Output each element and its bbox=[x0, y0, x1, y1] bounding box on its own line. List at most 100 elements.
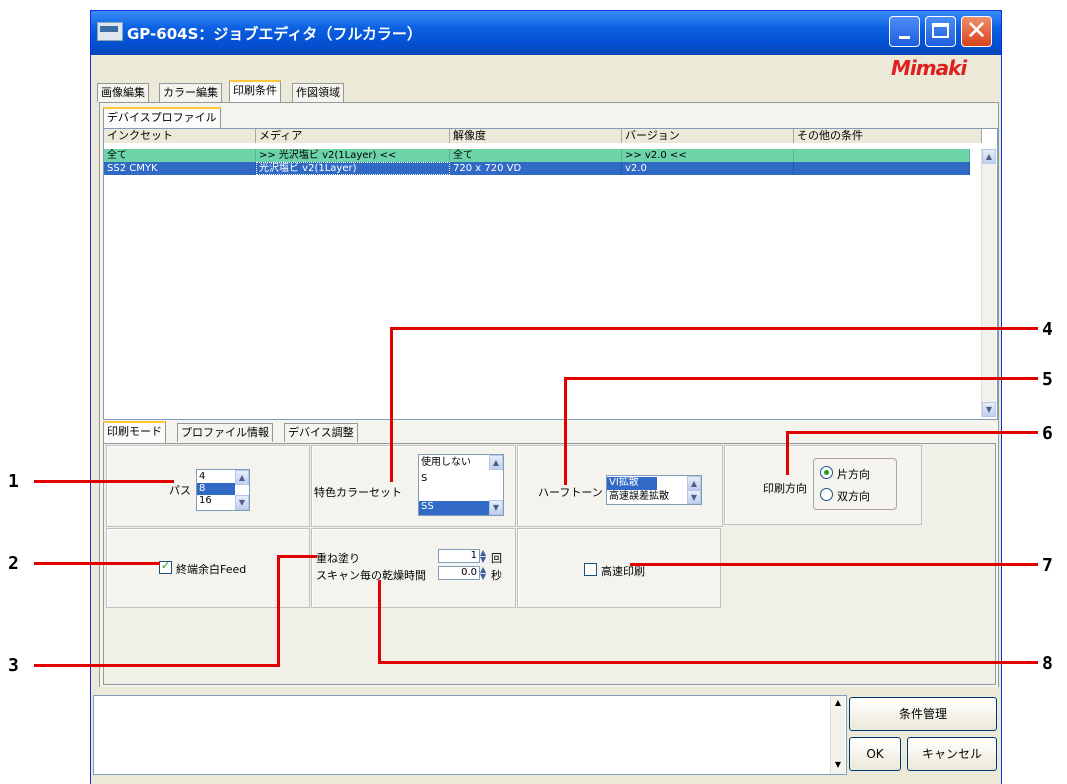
table-row[interactable]: 全て >> 光沢塩ビ v2(1Layer) << 全て >> v2.0 << bbox=[104, 149, 970, 162]
halftone-label: ハーフトーン bbox=[538, 486, 603, 499]
overprint-label: 重ね塗り bbox=[316, 552, 360, 565]
message-box: ▲ ▼ bbox=[93, 695, 847, 775]
list-item[interactable]: 高速誤差拡散 bbox=[607, 491, 687, 504]
pass-label: パス bbox=[169, 484, 191, 497]
scroll-down-icon[interactable]: ▼ bbox=[831, 758, 845, 773]
callout-6-line-v bbox=[786, 431, 789, 475]
column-header-inkset[interactable]: インクセット bbox=[104, 129, 256, 143]
cancel-button[interactable]: キャンセル bbox=[907, 737, 997, 771]
callout-7: 7 bbox=[1042, 555, 1053, 576]
radio-one-way-label[interactable]: 片方向 bbox=[837, 466, 870, 482]
tab-print-conditions[interactable]: 印刷条件 bbox=[229, 80, 281, 103]
tab-device-profile[interactable]: デバイスプロファイル bbox=[103, 107, 221, 130]
callout-2: 2 bbox=[8, 553, 19, 574]
scroll-up-icon[interactable]: ▲ bbox=[982, 149, 996, 164]
overprint-stepper[interactable]: 1 bbox=[438, 549, 480, 563]
pass-group: パス 4 8 16 ▲ ▼ bbox=[106, 445, 310, 527]
scroll-up-icon[interactable]: ▲ bbox=[489, 455, 503, 470]
callout-8: 8 bbox=[1042, 653, 1053, 674]
scroll-up-icon[interactable]: ▲ bbox=[831, 696, 845, 711]
bottom-area: ▲ ▼ 条件管理 OK キャンセル bbox=[91, 687, 1001, 784]
callout-3: 3 bbox=[8, 655, 19, 676]
column-header-resolution[interactable]: 解像度 bbox=[450, 129, 622, 143]
print-direction-label: 印刷方向 bbox=[763, 482, 807, 495]
special-color-label: 特色カラーセット bbox=[314, 486, 402, 499]
overprint-group: 重ね塗り 1 ▲ ▼ 回 スキャン毎の乾燥時間 0.0 ▲ ▼ 秒 bbox=[311, 528, 516, 608]
tab-print-mode[interactable]: 印刷モード bbox=[103, 421, 166, 444]
title-bar[interactable]: GP-604S：ジョブエディタ（フルカラー） ✕ bbox=[91, 11, 1001, 55]
overprint-unit: 回 bbox=[491, 552, 502, 565]
end-margin-feed-checkbox[interactable] bbox=[159, 559, 172, 574]
pass-listbox[interactable]: 4 8 16 ▲ ▼ bbox=[196, 469, 250, 511]
end-margin-feed-label[interactable]: 終端余白Feed bbox=[176, 561, 246, 577]
callout-7-line bbox=[630, 563, 1038, 566]
minimize-button[interactable] bbox=[889, 16, 920, 47]
scroll-up-icon[interactable]: ▲ bbox=[687, 476, 701, 490]
scroll-down-icon[interactable]: ▼ bbox=[982, 402, 996, 417]
tab-image-edit[interactable]: 画像編集 bbox=[97, 83, 149, 102]
tab-device-adjust[interactable]: デバイス調整 bbox=[284, 423, 358, 442]
job-editor-window: GP-604S：ジョブエディタ（フルカラー） ✕ Mimaki 画像編集 カラー… bbox=[90, 10, 1002, 784]
table-cell: 全て bbox=[104, 149, 256, 162]
dry-time-stepper[interactable]: 0.0 bbox=[438, 566, 480, 580]
special-color-group: 特色カラーセット 使用しない S SS ▲ ▼ bbox=[311, 445, 516, 527]
list-item[interactable]: 4 bbox=[197, 471, 235, 483]
column-header-other[interactable]: その他の条件 bbox=[794, 129, 982, 143]
callout-6: 6 bbox=[1042, 423, 1053, 444]
scroll-up-icon[interactable]: ▲ bbox=[235, 470, 249, 485]
radio-bidirectional-label[interactable]: 双方向 bbox=[837, 488, 870, 504]
list-item[interactable]: 16 bbox=[197, 495, 235, 507]
minimize-icon bbox=[899, 36, 910, 39]
column-header-media[interactable]: メディア bbox=[256, 129, 450, 143]
callout-8-line-h bbox=[378, 661, 1038, 664]
list-item[interactable]: 8 bbox=[197, 483, 235, 495]
scroll-down-icon[interactable]: ▼ bbox=[235, 495, 249, 510]
ok-button[interactable]: OK bbox=[849, 737, 901, 771]
callout-4-line-v bbox=[390, 327, 393, 482]
table-row[interactable]: SS2 CMYK 光沢塩ビ v2(1Layer) 720 x 720 VD v2… bbox=[104, 162, 970, 175]
callout-5: 5 bbox=[1042, 369, 1053, 390]
condition-management-button[interactable]: 条件管理 bbox=[849, 697, 997, 731]
window-title: GP-604S：ジョブエディタ（フルカラー） bbox=[127, 25, 422, 43]
maximize-icon bbox=[932, 23, 949, 38]
dry-time-label: スキャン毎の乾燥時間 bbox=[316, 569, 426, 582]
list-item[interactable]: VI拡散 bbox=[607, 477, 657, 490]
callout-6-line-h bbox=[786, 431, 1038, 434]
tab-color-edit[interactable]: カラー編集 bbox=[159, 83, 222, 102]
table-cell bbox=[794, 162, 970, 175]
overprint-spin-icon[interactable]: ▲ ▼ bbox=[480, 549, 489, 564]
table-cell: 720 x 720 VD bbox=[450, 162, 622, 175]
column-header-version[interactable]: バージョン bbox=[622, 129, 794, 143]
table-cell: SS2 CMYK bbox=[104, 162, 256, 175]
callout-2-line bbox=[34, 562, 160, 565]
tab-profile-info[interactable]: プロファイル情報 bbox=[177, 423, 273, 442]
list-item[interactable]: 使用しない bbox=[419, 457, 489, 471]
radio-bidirectional[interactable] bbox=[820, 488, 833, 501]
close-icon: ✕ bbox=[965, 16, 988, 46]
app-icon bbox=[97, 22, 123, 41]
halftone-listbox[interactable]: VI拡散 高速誤差拡散 ▲ ▼ bbox=[606, 475, 702, 505]
table-cell: 全て bbox=[450, 149, 622, 162]
table-cell: v2.0 bbox=[622, 162, 794, 175]
tab-drawing-area[interactable]: 作図領域 bbox=[292, 83, 344, 102]
table-cell: >> 光沢塩ビ v2(1Layer) << bbox=[256, 149, 450, 162]
callout-5-line-h bbox=[564, 377, 1038, 380]
callout-8-line-v bbox=[378, 580, 381, 664]
maximize-button[interactable] bbox=[925, 16, 956, 47]
halftone-group: ハーフトーン VI拡散 高速誤差拡散 ▲ ▼ bbox=[517, 445, 723, 527]
message-scrollbar[interactable]: ▲ ▼ bbox=[830, 696, 845, 774]
list-item[interactable]: S bbox=[419, 473, 489, 487]
high-speed-checkbox[interactable] bbox=[584, 563, 597, 576]
print-direction-radio-group: 片方向 双方向 bbox=[813, 458, 897, 510]
callout-3-line-h bbox=[34, 664, 280, 667]
scroll-down-icon[interactable]: ▼ bbox=[489, 500, 503, 515]
callout-1: 1 bbox=[8, 471, 19, 492]
close-button[interactable]: ✕ bbox=[961, 16, 992, 47]
dry-time-spin-icon[interactable]: ▲ ▼ bbox=[480, 566, 489, 581]
table-cell: >> v2.0 << bbox=[622, 149, 794, 162]
scroll-down-icon[interactable]: ▼ bbox=[687, 490, 701, 504]
special-color-listbox[interactable]: 使用しない S SS ▲ ▼ bbox=[418, 454, 504, 516]
callout-3-line-h2 bbox=[277, 555, 317, 558]
radio-one-way[interactable] bbox=[820, 466, 833, 479]
list-item[interactable]: SS bbox=[419, 501, 489, 515]
